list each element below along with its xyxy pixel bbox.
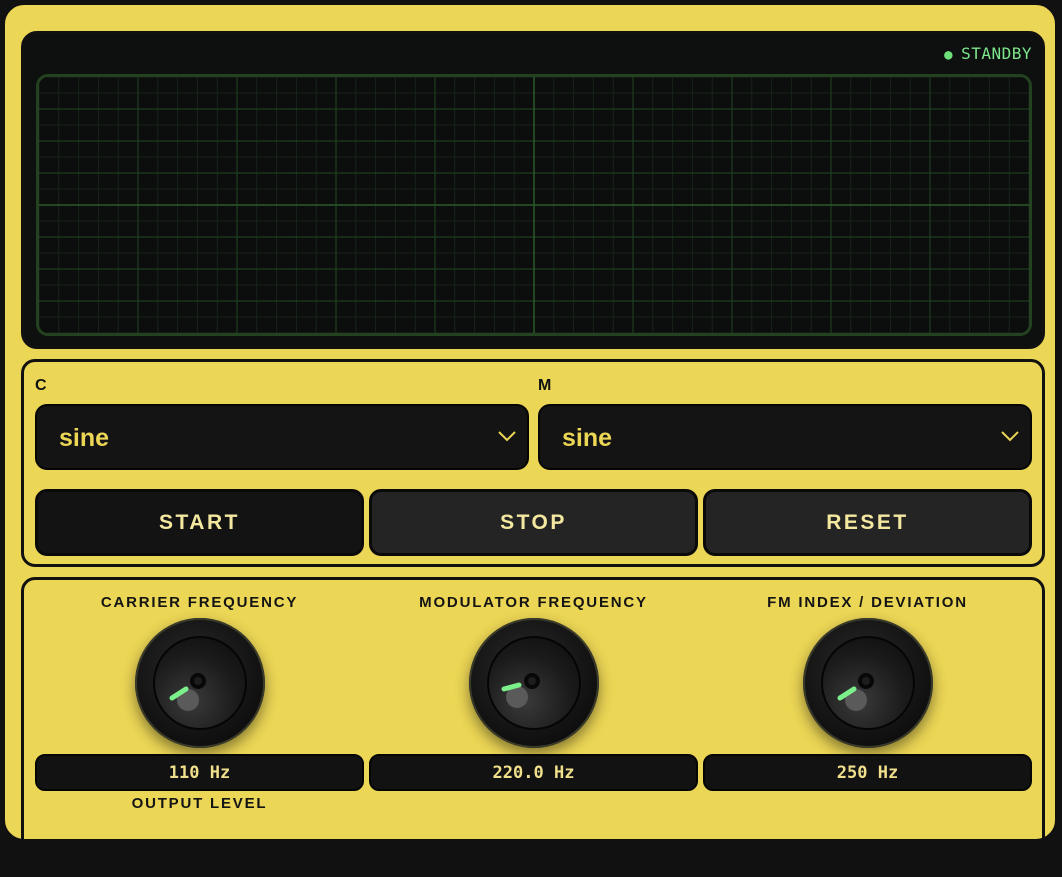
reset-button[interactable]: RESET bbox=[703, 489, 1032, 556]
chevron-down-icon bbox=[1001, 431, 1019, 442]
knob-indicator bbox=[169, 673, 206, 711]
knob-indicator bbox=[837, 673, 874, 711]
status-dot-icon: ● bbox=[944, 47, 954, 63]
fm-index-knob[interactable] bbox=[803, 618, 933, 748]
scope-grid bbox=[39, 77, 1029, 333]
carrier-wave-select[interactable]: sine bbox=[35, 404, 529, 470]
synth-panel: ● STANDBY C M sine sine START STOP RESET… bbox=[2, 2, 1058, 877]
scope-screen bbox=[36, 74, 1032, 336]
carrier-wave-label: C bbox=[35, 377, 47, 394]
knob-indicator bbox=[501, 673, 540, 708]
start-button[interactable]: START bbox=[35, 489, 364, 556]
stop-button[interactable]: STOP bbox=[369, 489, 698, 556]
carrier-frequency-knob[interactable] bbox=[135, 618, 265, 748]
modulator-wave-value: sine bbox=[562, 424, 613, 452]
modulator-frequency-readout: 220.0 Hz bbox=[369, 754, 698, 791]
carrier-frequency-label: CARRIER FREQUENCY bbox=[100, 594, 299, 611]
knob-panel: CARRIER FREQUENCY MODULATOR FREQUENCY FM… bbox=[21, 577, 1045, 877]
modulator-wave-select[interactable]: sine bbox=[538, 404, 1032, 470]
status-indicator: ● STANDBY bbox=[944, 44, 1032, 63]
fm-index-label: FM INDEX / DEVIATION bbox=[767, 594, 968, 611]
status-text: STANDBY bbox=[961, 44, 1032, 63]
chevron-down-icon bbox=[498, 431, 516, 442]
carrier-frequency-readout: 110 Hz bbox=[35, 754, 364, 791]
modulator-wave-label: M bbox=[538, 377, 552, 394]
oscilloscope: ● STANDBY bbox=[21, 31, 1045, 349]
modulator-frequency-label: MODULATOR FREQUENCY bbox=[419, 594, 648, 611]
carrier-wave-value: sine bbox=[59, 424, 110, 452]
fm-index-readout: 250 Hz bbox=[703, 754, 1032, 791]
modulator-frequency-knob[interactable] bbox=[469, 618, 599, 748]
output-level-label: OUTPUT LEVEL bbox=[131, 795, 268, 812]
waveform-controls: C M sine sine START STOP RESET bbox=[21, 359, 1045, 567]
